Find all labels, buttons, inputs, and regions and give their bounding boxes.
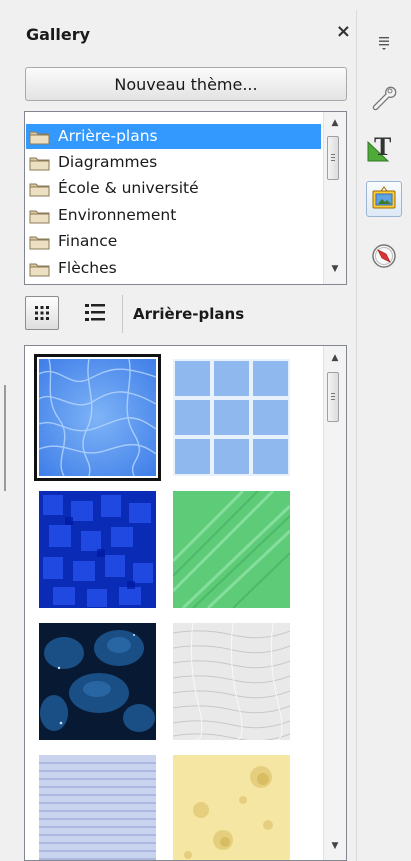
sidebar-menu-button[interactable] [366,24,402,60]
detail-view-button[interactable] [80,296,114,330]
gallery-deck: Gallery × Nouveau thème... Arrière-plans… [10,10,356,861]
icon-view-button[interactable] [25,296,59,330]
theme-label: Finance [58,232,118,250]
close-icon[interactable]: × [336,22,351,42]
wrench-icon [372,86,397,111]
gallery-item-water-texture[interactable] [34,354,161,481]
sidebar-tabbar: T [356,10,411,861]
current-theme-title: Arrière-plans [133,305,245,323]
tab-navigator[interactable] [366,238,402,274]
svg-text:T: T [374,132,391,161]
gallery-item-blue-tiles-texture[interactable] [173,359,290,476]
theme-label: Diagrammes [58,153,158,171]
gallery-item-green-marble-texture[interactable] [173,491,290,608]
toolbar-separator [122,295,123,333]
scroll-thumb[interactable] [327,372,339,422]
scroll-down-arrow[interactable]: ▼ [324,841,346,851]
gallery-item-blue-mosaic-texture[interactable] [39,491,156,608]
theme-label: Environnement [58,206,177,224]
gallery-item-cheese-texture[interactable] [173,755,290,861]
theme-list-item[interactable]: Diagrammes [26,150,321,175]
theme-list-scrollbar[interactable]: ▲ ▼ [323,112,346,284]
folder-icon [29,210,50,224]
theme-list-item[interactable]: Arrière-plans [26,124,321,149]
theme-label: Arrière-plans [58,127,158,145]
tab-properties[interactable] [366,80,402,116]
sidebar-window: Gallery × Nouveau thème... Arrière-plans… [0,0,411,861]
list-icon [85,304,105,321]
theme-list-item[interactable] [26,282,321,284]
scroll-thumb[interactable] [327,136,339,180]
tab-styles[interactable]: T [366,128,402,164]
gallery-icon [372,186,396,209]
styles-icon: T [367,132,391,162]
hamburger-menu-icon [379,37,389,50]
theme-label: Flèches [58,259,117,277]
splitter-handle[interactable] [4,385,6,491]
theme-list-item[interactable]: Finance [26,229,321,254]
scroll-down-arrow[interactable]: ▼ [324,264,346,274]
scroll-up-arrow[interactable]: ▲ [324,118,346,128]
theme-list[interactable]: Arrière-plans Diagrammes École & univers… [24,111,347,285]
folder-icon [29,183,50,197]
view-toolbar: Arrière-plans [10,293,356,343]
gallery-scrollbar[interactable]: ▲ ▼ [323,346,346,860]
theme-list-item[interactable]: Environnement [26,203,321,228]
theme-label: École & université [58,179,199,197]
theme-list-item[interactable]: École & université [26,176,321,201]
gallery-item-dark-blue-bubbles-texture[interactable] [39,623,156,740]
new-theme-button[interactable]: Nouveau thème... [25,67,347,101]
grid-icon [35,306,49,320]
gallery-item-white-paper-texture[interactable] [173,623,290,740]
folder-icon [29,131,50,145]
scroll-up-arrow[interactable]: ▲ [324,353,346,363]
gallery-view[interactable]: ▲ ▼ [24,345,347,861]
deck-title-bar: Gallery × [10,10,356,50]
theme-list-item[interactable]: Flèches [26,256,321,281]
tab-gallery[interactable] [366,181,402,217]
deck-title: Gallery [26,25,91,44]
folder-icon [29,263,50,277]
folder-icon [29,236,50,250]
folder-icon [29,157,50,171]
navigator-icon [372,244,396,268]
gallery-item-blue-fabric-texture[interactable] [39,755,156,861]
